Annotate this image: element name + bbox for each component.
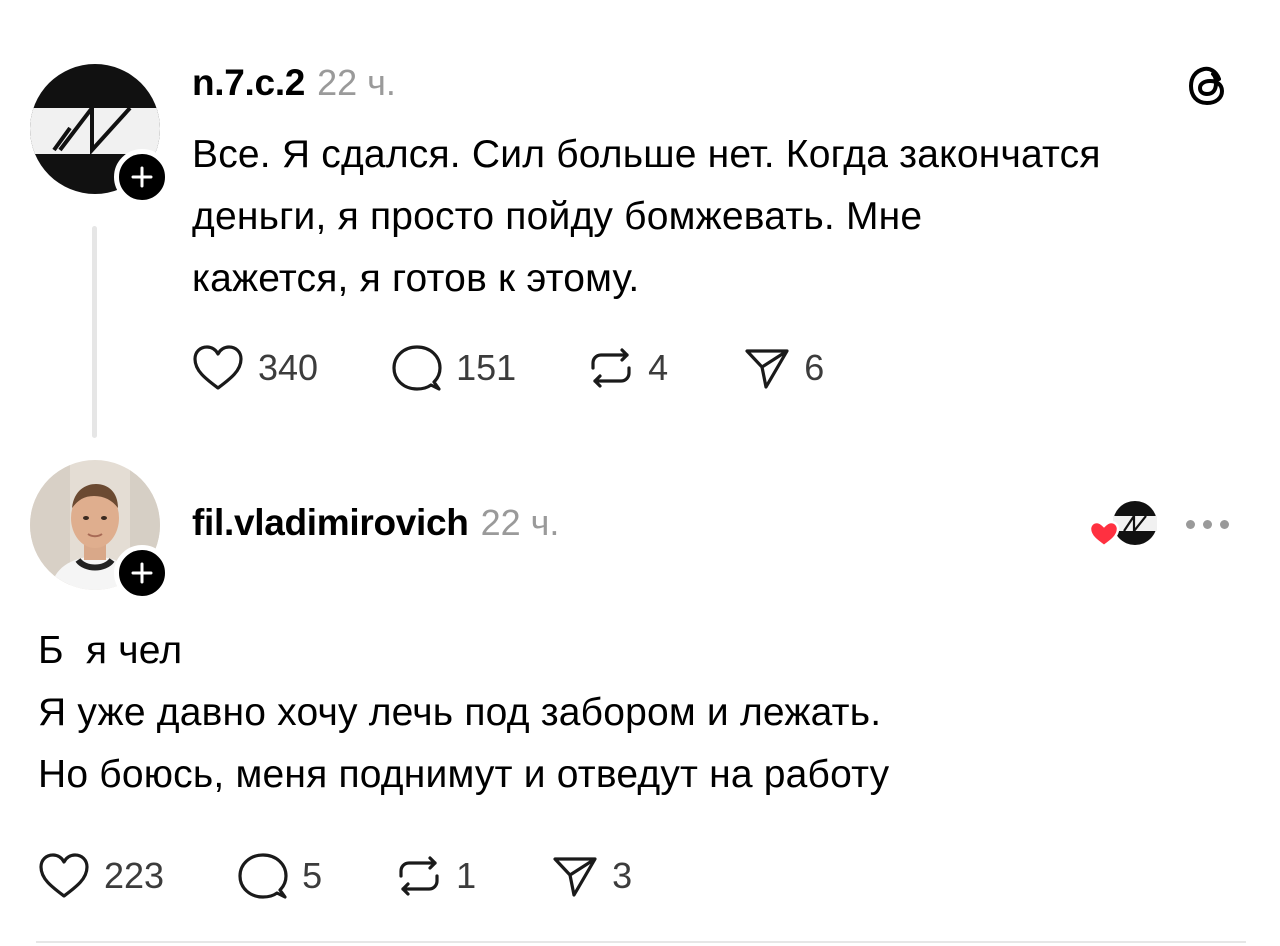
post-line: Б я чел: [38, 629, 183, 672]
liked-by-author-indicator: [1088, 500, 1160, 550]
share-count: 6: [804, 347, 825, 388]
like-count: 340: [258, 347, 319, 388]
comment-bubble-icon: [238, 853, 288, 899]
send-icon: [745, 349, 789, 389]
more-dots-icon[interactable]: [1186, 520, 1229, 529]
like-button[interactable]: 223: [38, 852, 164, 900]
repost-icon: [399, 856, 439, 896]
thread-connector-line: [92, 226, 97, 438]
follow-button[interactable]: [114, 545, 170, 601]
post-body: Все. Я сдался. Сил больше нет. Когда зак…: [192, 124, 1101, 310]
heart-icon: [193, 345, 243, 390]
plus-icon: [131, 562, 153, 584]
post-line: деньги, я просто пойду бомжевать. Мне: [192, 195, 923, 238]
like-button[interactable]: 340: [192, 344, 318, 392]
comment-bubble-icon: [392, 345, 442, 391]
heart-icon: [39, 853, 89, 898]
post-body: Б я чел Я уже давно хочу лечь под заборо…: [38, 620, 889, 806]
share-count: 3: [612, 855, 633, 896]
heart-icon: [1088, 520, 1120, 548]
threads-logo-icon[interactable]: [1185, 63, 1231, 114]
comment-button[interactable]: 151: [392, 344, 516, 392]
follow-button[interactable]: [114, 149, 170, 205]
repost-button[interactable]: 1: [396, 852, 476, 900]
comment-button[interactable]: 5: [238, 852, 322, 900]
repost-count: 4: [648, 347, 669, 388]
username[interactable]: n.7.c.2: [192, 62, 305, 104]
repost-count: 1: [456, 855, 477, 896]
post-actions: 340 151 4 6: [192, 344, 824, 392]
divider: [36, 941, 1246, 943]
post-header: n.7.c.2 22 ч.: [192, 62, 396, 104]
post-actions: 223 5 1 3: [38, 852, 632, 900]
send-icon: [553, 857, 597, 897]
repost-icon: [591, 348, 631, 388]
plus-icon: [131, 166, 153, 188]
repost-button[interactable]: 4: [588, 344, 668, 392]
share-button[interactable]: 3: [552, 853, 632, 899]
post-line: Все. Я сдался. Сил больше нет. Когда зак…: [192, 133, 1101, 176]
timestamp: 22 ч.: [480, 502, 560, 543]
timestamp: 22 ч.: [317, 62, 396, 103]
post-line: кажется, я готов к этому.: [192, 257, 640, 300]
comment-count: 5: [302, 855, 323, 896]
post-line: Я уже давно хочу лечь под забором и лежа…: [38, 691, 882, 734]
share-button[interactable]: 6: [744, 345, 824, 391]
post-line: Но боюсь, меня поднимут и отведут на раб…: [38, 753, 890, 796]
like-count: 223: [104, 855, 165, 896]
username[interactable]: fil.vladimirovich: [192, 502, 469, 544]
post-header: fil.vladimirovich 22 ч.: [192, 502, 559, 544]
comment-count: 151: [456, 347, 517, 388]
